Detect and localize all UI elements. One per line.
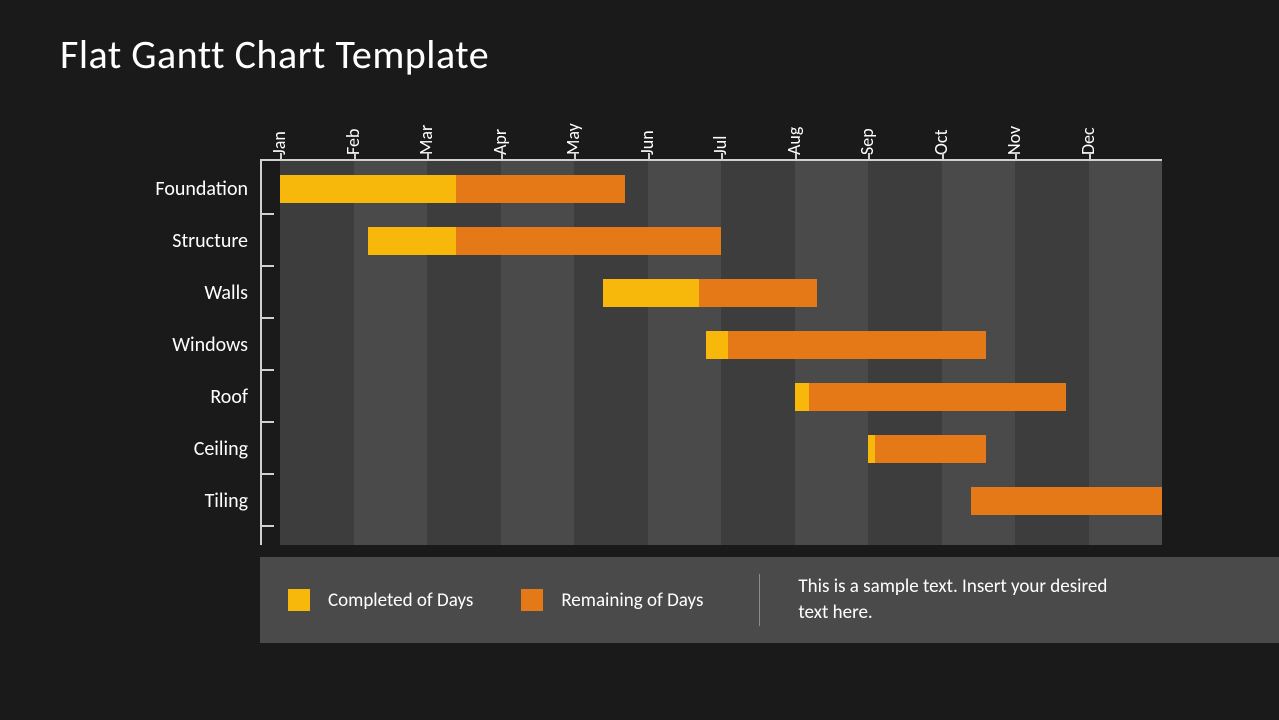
month-label: Mar [415, 125, 437, 155]
gantt-chart: Jan Feb Mar Apr May Jun Jul Aug Sep Oct Nov Dec Fou… [140, 89, 1190, 643]
axis-tick [868, 153, 870, 161]
plot-area [280, 161, 1162, 545]
task-label: Foundation [155, 177, 248, 201]
month-label: Oct [930, 129, 952, 155]
axis-tick [427, 153, 429, 161]
month-column [280, 161, 354, 545]
gantt-bar [280, 175, 625, 203]
gantt-bar-completed [868, 435, 875, 463]
axis-tick [721, 153, 723, 161]
axis-tick [795, 153, 797, 161]
legend-item-completed: Completed of Days [288, 589, 473, 612]
gantt-bar-completed [795, 383, 810, 411]
axis-tick [574, 153, 576, 161]
y-axis-rail [260, 161, 280, 545]
legend-label-remaining: Remaining of Days [561, 589, 703, 612]
month-label: May [562, 123, 584, 155]
row-tick [262, 421, 274, 423]
row-tick [262, 525, 274, 527]
month-column [574, 161, 648, 545]
month-label: Jan [268, 131, 290, 155]
axis-tick [501, 153, 503, 161]
slide: Flat Gantt Chart Template Jan Feb Mar Apr Ma… [0, 0, 1279, 720]
month-column [427, 161, 501, 545]
legend-item-remaining: Remaining of Days [521, 589, 703, 612]
row-tick [262, 265, 274, 267]
month-label: Nov [1003, 126, 1025, 155]
task-label: Tiling [205, 489, 248, 513]
month-label: Sep [856, 128, 878, 155]
axis-tick [1089, 153, 1091, 161]
task-label: Roof [210, 385, 248, 409]
axis-tick [648, 153, 650, 161]
month-axis: JanFebMarAprMayJunJulAugSepOctNovDec [280, 89, 1162, 159]
page-title: Flat Gantt Chart Template [60, 30, 1239, 79]
month-label: Feb [342, 129, 364, 155]
month-label: Jun [636, 130, 658, 155]
row-tick [262, 369, 274, 371]
legend-panel: Completed of Days Remaining of Days This… [260, 557, 1279, 643]
legend-note: This is a sample text. Insert your desir… [798, 574, 1128, 625]
month-label: Jul [709, 136, 731, 155]
month-column [354, 161, 428, 545]
task-label: Ceiling [194, 437, 248, 461]
month-label: Dec [1077, 127, 1099, 155]
axis-tick [1015, 153, 1017, 161]
gantt-bar [971, 487, 1162, 515]
gantt-bar [603, 279, 816, 307]
month-label: Apr [489, 129, 511, 155]
gantt-bar-completed [368, 227, 456, 255]
axis-tick [280, 153, 282, 161]
legend-divider [759, 574, 760, 626]
chart-body: FoundationStructureWallsWindowsRoofCeili… [260, 161, 1190, 545]
month-column [501, 161, 575, 545]
gantt-bar [368, 227, 721, 255]
row-tick [262, 473, 274, 475]
task-label: Structure [172, 229, 248, 253]
task-label: Walls [204, 281, 248, 305]
row-tick [262, 317, 274, 319]
swatch-remaining [521, 589, 543, 611]
gantt-bar-completed [603, 279, 699, 307]
axis-tick [942, 153, 944, 161]
axis-tick [354, 153, 356, 161]
legend-label-completed: Completed of Days [328, 589, 473, 612]
gantt-bar-completed [706, 331, 728, 359]
gantt-bar [795, 383, 1067, 411]
month-label: Aug [783, 127, 805, 155]
task-label: Windows [172, 333, 248, 357]
gantt-bar-completed [280, 175, 456, 203]
swatch-completed [288, 589, 310, 611]
gantt-bar [868, 435, 986, 463]
row-tick [262, 213, 274, 215]
gantt-bar [706, 331, 985, 359]
